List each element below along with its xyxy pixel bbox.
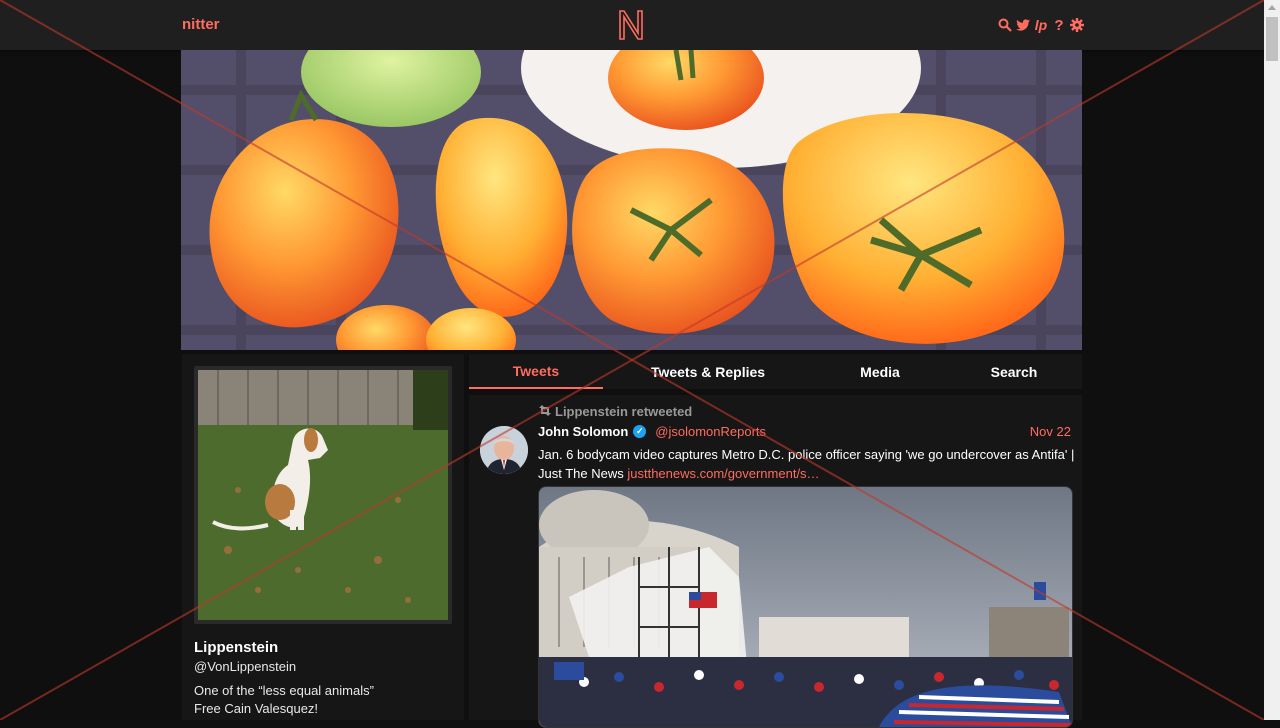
tweet-media-image[interactable] [538, 486, 1073, 728]
tweet-item[interactable]: Lippenstein retweeted John Solomon ✓ @js… [469, 395, 1082, 728]
profile-banner[interactable] [181, 50, 1082, 350]
tab-tweets[interactable]: Tweets [469, 354, 603, 389]
profile-avatar[interactable] [198, 370, 448, 620]
nitter-home-link[interactable]: nitter [182, 16, 220, 33]
scrollbar-thumb[interactable] [1266, 17, 1278, 61]
liberapay-icon[interactable]: lp [1034, 17, 1048, 33]
timeline-tabs: Tweets Tweets & Replies Media Search [469, 354, 1082, 389]
profile-avatar-frame [194, 366, 452, 624]
profile-bio: One of the “less equal animals” Free Cai… [194, 682, 374, 718]
verified-badge-icon: ✓ [633, 425, 647, 438]
tweet-body: Jan. 6 bodycam video captures Metro D.C.… [538, 445, 1078, 483]
scroll-up-arrow-icon[interactable] [1268, 5, 1276, 10]
profile-fullname[interactable]: Lippenstein [194, 639, 278, 656]
tweet-date[interactable]: Nov 22 [1030, 424, 1071, 439]
timeline: Tweets Tweets & Replies Media Search Lip… [469, 354, 1082, 728]
tweet-header: John Solomon ✓ @jsolomonReports [538, 424, 766, 439]
nitter-logo[interactable] [617, 9, 645, 46]
twitter-icon[interactable] [1016, 17, 1030, 33]
page-scrollbar[interactable] [1264, 0, 1280, 720]
retweet-icon [538, 404, 552, 419]
tweet-author-name[interactable]: John Solomon [538, 424, 628, 439]
tweet-author-handle[interactable]: @jsolomonReports [655, 424, 766, 439]
profile-bio-line: One of the “less equal animals” [194, 683, 374, 698]
profile-bio-line: Free Cain Valesquez! [194, 701, 319, 716]
profile-username[interactable]: @VonLippenstein [194, 659, 296, 674]
tweet-link[interactable]: justthenews.com/government/s… [627, 466, 819, 481]
retweet-header: Lippenstein retweeted [538, 404, 692, 419]
tab-search[interactable]: Search [964, 354, 1064, 389]
search-icon[interactable] [998, 17, 1012, 33]
help-icon[interactable]: ? [1052, 17, 1066, 34]
profile-card: Lippenstein @VonLippenstein One of the “… [182, 354, 464, 720]
tab-media[interactable]: Media [830, 354, 930, 389]
gear-icon[interactable] [1070, 17, 1084, 33]
tweet-author-avatar[interactable] [480, 426, 528, 474]
top-nav: nitter lp ? [0, 0, 1264, 50]
tab-tweets-replies[interactable]: Tweets & Replies [633, 354, 783, 389]
retweet-label: Lippenstein retweeted [555, 404, 693, 419]
